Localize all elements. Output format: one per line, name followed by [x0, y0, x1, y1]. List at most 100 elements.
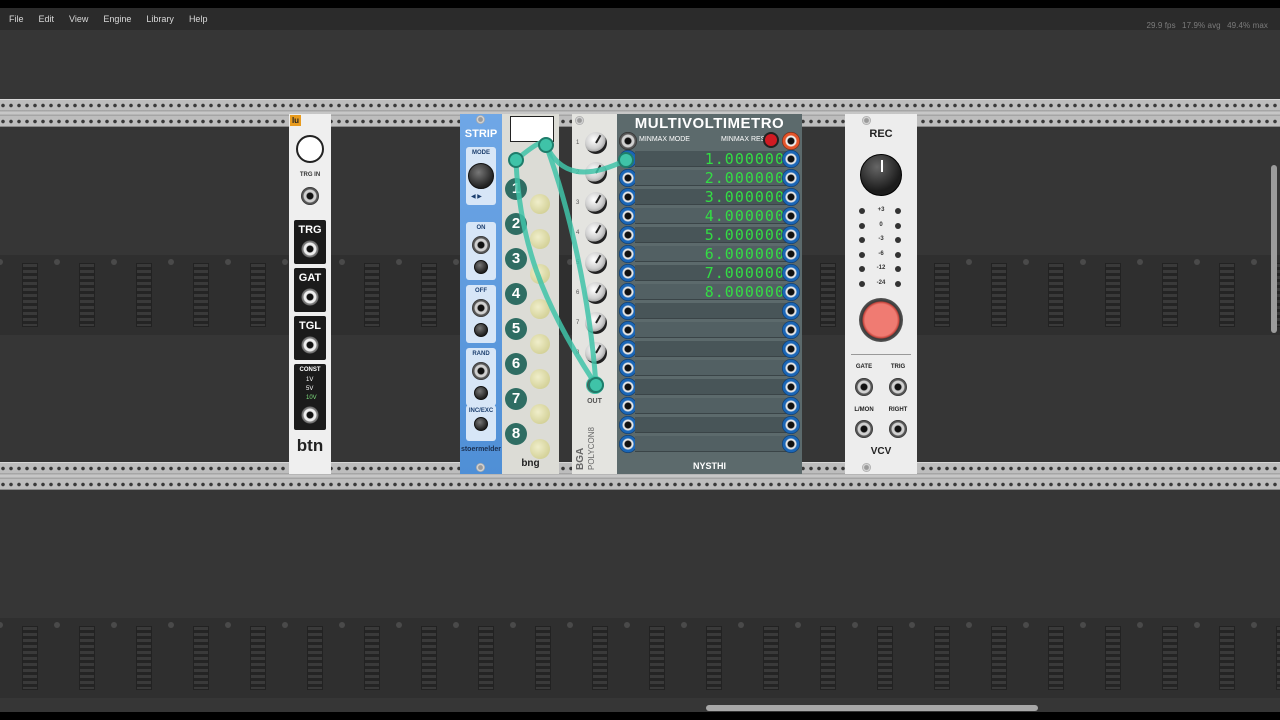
record-button[interactable] — [859, 298, 903, 342]
polycon-knob-8[interactable] — [585, 342, 607, 364]
polycon-knob-3[interactable] — [585, 192, 607, 214]
tgl-out-jack[interactable] — [301, 336, 319, 354]
polycon-out-jack[interactable] — [586, 376, 604, 394]
step-button-4[interactable]: 4 — [505, 283, 527, 305]
gat-out-jack[interactable] — [301, 288, 319, 306]
rack-screw — [453, 622, 459, 628]
step-knob[interactable] — [530, 299, 550, 319]
trigger-pad-button[interactable] — [296, 135, 324, 163]
tgl-label: TGL — [299, 320, 321, 332]
voltmeter-output-jack[interactable] — [782, 416, 800, 434]
voltmeter-output-jack[interactable] — [782, 340, 800, 358]
screw — [476, 463, 485, 472]
module-polycon8[interactable]: 1 2 3 4 5 6 7 8 OUT BGA POLYCON8 — [572, 114, 617, 474]
step-knob[interactable] — [530, 404, 550, 424]
menu-view[interactable]: View — [62, 14, 95, 24]
rand-jack[interactable] — [472, 362, 490, 380]
module-step-sequencer[interactable]: 1 2 3 4 5 6 7 8 bng — [502, 114, 559, 474]
level-led — [859, 280, 865, 287]
minmax-reset-button[interactable] — [763, 132, 779, 148]
trig-jack[interactable] — [889, 378, 907, 396]
rand-button[interactable] — [474, 386, 488, 400]
voltmeter-output-jack[interactable] — [782, 207, 800, 225]
module-multivoltimetro[interactable]: MULTIVOLTIMETRO MINMAX MODE MINMAX RESET… — [617, 114, 802, 474]
step-knob[interactable] — [530, 264, 550, 284]
step-knob[interactable] — [530, 369, 550, 389]
step-button-5[interactable]: 5 — [505, 318, 527, 340]
menu-engine[interactable]: Engine — [96, 14, 138, 24]
voltmeter-output-jack[interactable] — [782, 321, 800, 339]
step-button-6[interactable]: 6 — [505, 353, 527, 375]
step-knob[interactable] — [530, 334, 550, 354]
level-led — [895, 237, 901, 243]
off-button[interactable] — [474, 323, 488, 337]
mode-knob[interactable] — [468, 163, 494, 189]
voltmeter-output-jack[interactable] — [782, 169, 800, 187]
mode-arrows-icon[interactable]: ◀ ▶ — [471, 193, 482, 200]
const-5v[interactable]: 5V — [306, 385, 317, 394]
trg-out-jack[interactable] — [301, 240, 319, 258]
polycon-knob-5[interactable] — [585, 252, 607, 274]
step-button-8[interactable]: 8 — [505, 423, 527, 445]
menu-library[interactable]: Library — [139, 14, 181, 24]
const-1v[interactable]: 1V — [306, 376, 317, 385]
voltmeter-display-row: 7.000000 — [635, 265, 791, 281]
module-rec[interactable]: REC +3 0 -3 -6 -12 -24 GATE TRIG L/MON RIGHT … — [845, 114, 917, 474]
step-knob[interactable] — [530, 439, 550, 459]
voltmeter-display-row: 8.000000 — [635, 284, 791, 300]
off-jack[interactable] — [472, 299, 490, 317]
polycon-knob-6[interactable] — [585, 282, 607, 304]
empty-slot — [22, 626, 38, 690]
horizontal-scrollbar[interactable] — [706, 705, 1038, 711]
step-button-1[interactable]: 1 — [505, 178, 527, 200]
polycon-knob-1[interactable] — [585, 132, 607, 154]
voltmeter-output-jack[interactable] — [782, 435, 800, 453]
menu-help[interactable]: Help — [182, 14, 215, 24]
voltmeter-output-jack[interactable] — [782, 150, 800, 168]
on-button[interactable] — [474, 260, 488, 274]
voltmeter-display-row: 2.000000 — [635, 170, 791, 186]
step-button-2[interactable]: 2 — [505, 213, 527, 235]
strip-rand-section: RAND — [466, 348, 496, 406]
trg-in-jack[interactable] — [301, 187, 319, 205]
const-out-jack[interactable] — [301, 406, 319, 424]
polycon-knob-7[interactable] — [585, 312, 607, 334]
gat-output-box: GAT — [294, 268, 326, 312]
step-knob[interactable] — [530, 194, 550, 214]
voltmeter-output-jack[interactable] — [782, 302, 800, 320]
polycon-knob-2[interactable] — [585, 162, 607, 184]
rack-screw — [966, 259, 972, 265]
step-knob[interactable] — [530, 229, 550, 249]
right-jack[interactable] — [889, 420, 907, 438]
voltmeter-output-jack[interactable] — [782, 226, 800, 244]
const-options[interactable]: 1V 5V 10V — [306, 376, 317, 403]
module-btn[interactable]: lu TRG IN TRG GAT TGL CONST 1V 5V 10V bt… — [289, 114, 331, 474]
voltmeter-output-jack[interactable] — [782, 378, 800, 396]
voltmeter-output-jack[interactable] — [782, 397, 800, 415]
polycon-knob-4[interactable] — [585, 222, 607, 244]
step-button-7[interactable]: 7 — [505, 388, 527, 410]
gate-jack[interactable] — [855, 378, 873, 396]
const-10v[interactable]: 10V — [306, 394, 317, 403]
voltmeter-display-row — [635, 436, 791, 452]
empty-slot — [250, 626, 266, 690]
menu-file[interactable]: File — [2, 14, 31, 24]
module-strip[interactable]: STRIP MODE ◀ ▶ ON OFF RAND INC/EXC stoer… — [460, 114, 502, 474]
rec-level-knob[interactable] — [860, 154, 902, 196]
on-jack[interactable] — [472, 236, 490, 254]
sequencer-logo — [510, 116, 554, 142]
incexc-button[interactable] — [474, 417, 488, 431]
minmax-reset-jack[interactable] — [782, 132, 800, 150]
minmax-mode-jack[interactable] — [619, 132, 637, 150]
voltmeter-output-jack[interactable] — [782, 359, 800, 377]
voltmeter-output-jack[interactable] — [782, 188, 800, 206]
lmon-jack[interactable] — [855, 420, 873, 438]
fps-readout: 29.9 fps — [1146, 21, 1176, 30]
voltmeter-output-jack[interactable] — [782, 264, 800, 282]
step-button-3[interactable]: 3 — [505, 248, 527, 270]
voltmeter-output-jack[interactable] — [782, 283, 800, 301]
strip-on-section: ON — [466, 222, 496, 280]
menu-edit[interactable]: Edit — [32, 14, 62, 24]
voltmeter-output-jack[interactable] — [782, 245, 800, 263]
vertical-scrollbar[interactable] — [1271, 165, 1277, 333]
